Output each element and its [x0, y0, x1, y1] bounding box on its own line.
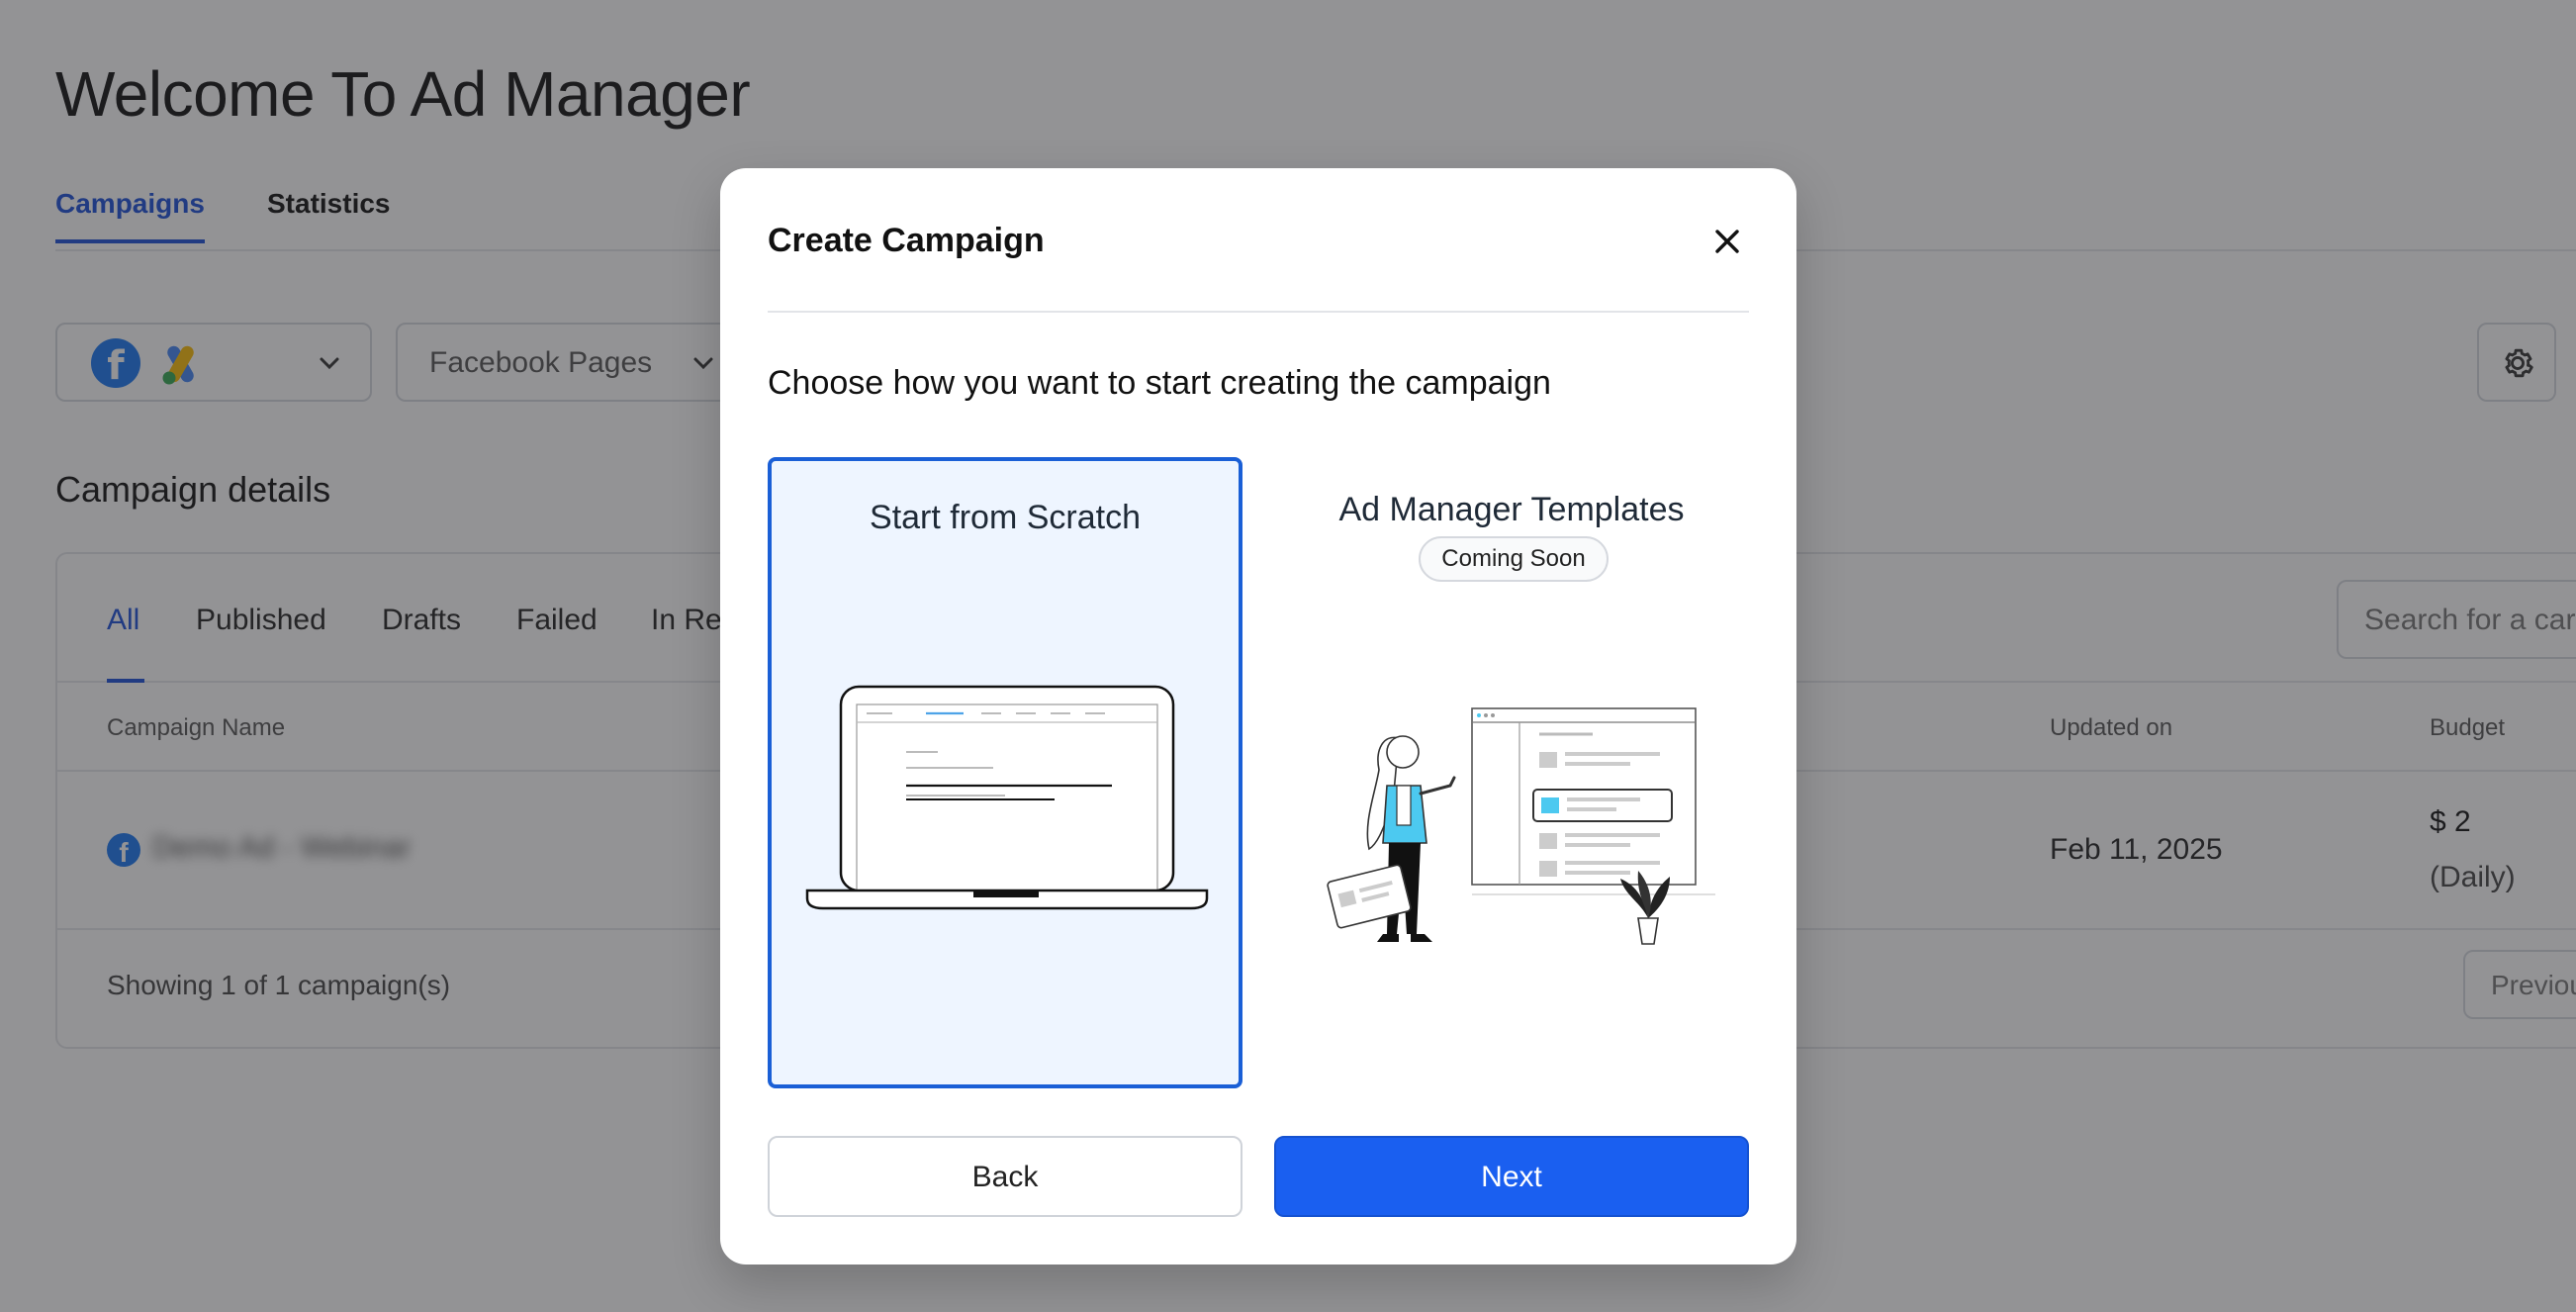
modal-title: Create Campaign: [768, 222, 1045, 259]
modal-prompt: Choose how you want to start creating th…: [768, 364, 1551, 402]
option-ad-manager-templates[interactable]: Ad Manager Templates Coming Soon: [1274, 457, 1749, 1088]
templates-illustration: [1327, 707, 1715, 945]
laptop-illustration: [805, 685, 1209, 910]
option-label: Start from Scratch: [870, 499, 1141, 536]
coming-soon-badge: Coming Soon: [1419, 536, 1609, 582]
back-button[interactable]: Back: [768, 1136, 1242, 1217]
close-icon[interactable]: [1705, 220, 1749, 263]
divider: [768, 311, 1749, 313]
option-label: Ad Manager Templates: [1338, 491, 1685, 528]
option-start-from-scratch[interactable]: Start from Scratch: [768, 457, 1242, 1088]
create-campaign-modal: Create Campaign Choose how you want to s…: [720, 168, 1796, 1265]
next-button[interactable]: Next: [1274, 1136, 1749, 1217]
